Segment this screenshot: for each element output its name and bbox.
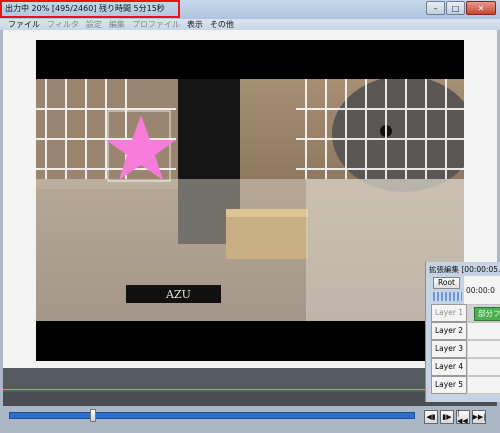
minimize-button[interactable]: –: [426, 1, 445, 15]
ruler-time: 00:00:0: [466, 286, 495, 295]
first-frame-button[interactable]: |◀◀: [456, 409, 470, 425]
root-button[interactable]: Root: [433, 277, 460, 289]
layer-label[interactable]: Layer 5: [431, 376, 467, 394]
cage-logo-text: AZU: [165, 288, 191, 301]
timeline-strip-lower: [3, 392, 497, 406]
menu-file[interactable]: ファイル: [8, 19, 40, 30]
window-controls: – □ ✕: [426, 1, 496, 15]
title-bar: 出力中 20% [495/2460] 残り時間 5分15秒 – □ ✕: [0, 0, 500, 19]
layer-track[interactable]: [468, 340, 500, 358]
menu-profile[interactable]: プロファイル: [132, 19, 180, 30]
slider-thumb[interactable]: [90, 409, 96, 422]
highlight-frame: [0, 0, 180, 18]
menu-settings[interactable]: 設定: [86, 19, 102, 30]
ext-edit-title: 拡張編集 [00:00:05.: [429, 265, 500, 274]
layer-label[interactable]: Layer 1: [431, 304, 467, 322]
layer-label[interactable]: Layer 4: [431, 358, 467, 376]
close-button[interactable]: ✕: [466, 1, 496, 15]
prev-frame-button[interactable]: ◀▮: [424, 410, 438, 424]
layer-label[interactable]: Layer 2: [431, 322, 467, 340]
playback-slider[interactable]: [9, 412, 415, 419]
extended-edit-window: 拡張編集 [00:00:05. Root 00:00:0 Layer 1 Lay…: [425, 262, 500, 402]
layer-track[interactable]: [468, 376, 500, 394]
last-frame-button[interactable]: ▶▶|: [472, 410, 486, 424]
menu-filter[interactable]: フィルタ: [47, 19, 79, 30]
timeline-clip[interactable]: 部分フ: [474, 307, 500, 321]
video-preview-image: AZU: [36, 79, 464, 321]
layer-track[interactable]: [468, 358, 500, 376]
layer-label[interactable]: Layer 3: [431, 340, 467, 358]
frame-nav-buttons: ◀▮ ▮▶ |◀◀ ▶▶|: [424, 409, 486, 425]
menu-other[interactable]: その他: [210, 19, 234, 30]
menu-bar: ファイル フィルタ 設定 編集 プロファイル 表示 その他: [0, 19, 500, 30]
menu-view[interactable]: 表示: [187, 19, 203, 30]
timeline-marker-line: [3, 389, 497, 390]
layer-track[interactable]: [468, 322, 500, 340]
zoom-bar[interactable]: [433, 292, 462, 301]
maximize-button[interactable]: □: [446, 1, 465, 15]
next-frame-button[interactable]: ▮▶: [440, 410, 454, 424]
menu-edit[interactable]: 編集: [109, 19, 125, 30]
